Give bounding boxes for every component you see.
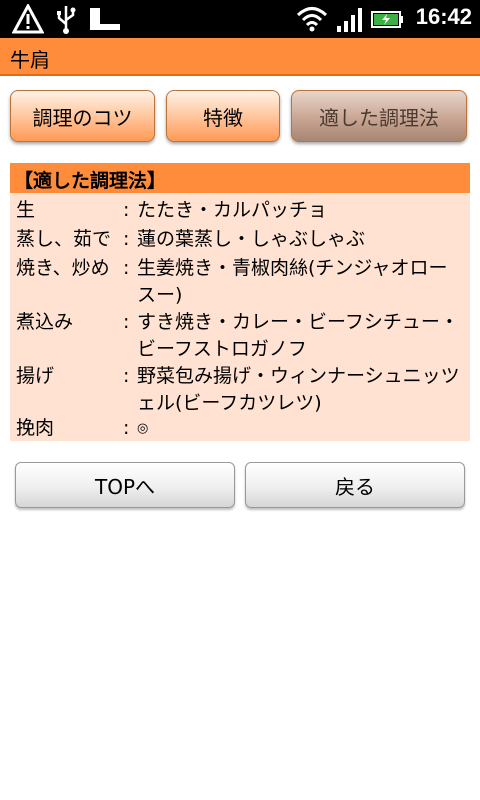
row-value: 生姜焼き・青椒肉絲(チンジャオロースー) [137,257,448,306]
cooking-methods-table: 生 : たたき・カルパッチョ 蒸し、茹で : 蓮の葉蒸し・しゃぶしゃぶ 焼き、炒… [10,193,470,441]
usb-icon [54,4,78,38]
tab-features[interactable]: 特徴 [166,90,280,142]
row-value: 蓮の葉蒸し・しゃぶしゃぶ [137,228,366,250]
row-colon: : [123,257,130,279]
row-colon: : [123,365,130,387]
row-colon: : [123,199,130,221]
battery-charging-icon [370,4,406,38]
tab-bar: 調理のコツ 特徴 適した調理法 [0,90,480,142]
row-label: 挽肉 [16,417,55,439]
section-title: 【適した調理法】 [14,170,167,192]
title-bar: 牛肩 [0,38,480,76]
row-label: 焼き、炒め [16,257,110,279]
row-value: ◎ [137,421,149,436]
warning-icon [11,2,45,38]
section-header: 【適した調理法】 [10,163,470,193]
row-label: 生 [16,199,36,221]
row-value: すき焼き・カレー・ビーフシチュー・ビーフストロガノフ [137,311,459,360]
sd-card-icon [88,4,122,38]
row-value: たたき・カルパッチョ [137,199,328,221]
top-button[interactable]: TOPへ [15,462,235,508]
wifi-icon [296,4,328,38]
row-value: 野菜包み揚げ・ウィンナーシュニッツェル(ビーフカツレツ) [137,365,460,414]
signal-icon [336,4,364,38]
row-colon: : [123,417,130,439]
row-colon: : [123,311,130,333]
status-bar: 16:42 [0,0,480,38]
clock: 16:42 [415,4,472,29]
row-label: 揚げ [16,365,55,387]
row-label: 蒸し、茹で [16,228,112,250]
tab-cooking-tips[interactable]: 調理のコツ [10,90,155,142]
row-colon: : [123,228,130,250]
row-label: 煮込み [16,311,74,333]
back-button[interactable]: 戻る [245,462,465,508]
page-title: 牛肩 [10,48,50,72]
tab-suitable-methods[interactable]: 適した調理法 [291,90,467,142]
